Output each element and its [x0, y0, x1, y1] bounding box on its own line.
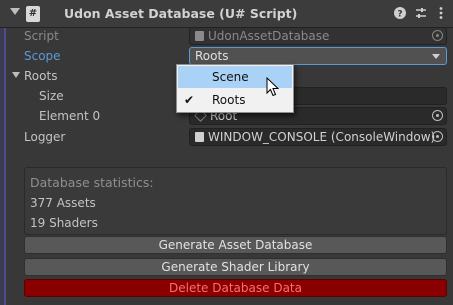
roots-label[interactable]: Roots	[24, 67, 57, 85]
stats-shaders: 19 Shaders	[30, 216, 98, 230]
component-header[interactable]: # Udon Asset Database (U# Script) ?	[0, 0, 453, 28]
logger-field[interactable]: WINDOW_CONSOLE (ConsoleWindow)	[189, 128, 447, 146]
mouse-cursor-icon	[266, 76, 280, 100]
scope-label: Scope	[24, 49, 61, 63]
stats-assets: 377 Assets	[30, 196, 96, 210]
popup-option-label: Roots	[212, 93, 246, 107]
chevron-down-icon	[432, 54, 440, 59]
script-file-icon: #	[26, 6, 40, 22]
stats-heading: Database statistics:	[30, 175, 154, 190]
preset-sliders-icon[interactable]	[414, 6, 428, 20]
logger-value: WINDOW_CONSOLE (ConsoleWindow)	[208, 130, 436, 144]
object-picker-icon	[432, 30, 443, 41]
script-label: Script	[24, 29, 59, 43]
logger-label: Logger	[24, 130, 66, 144]
object-picker-icon[interactable]	[432, 131, 443, 142]
object-picker-icon[interactable]	[432, 110, 443, 121]
script-file-small-icon	[195, 31, 204, 41]
script-field-value: UdonAssetDatabase	[208, 29, 330, 43]
fold-arrow-icon[interactable]	[10, 8, 20, 15]
svg-text:?: ?	[397, 10, 402, 20]
component-title: Udon Asset Database (U# Script)	[64, 6, 298, 21]
inspector-accent-line	[4, 28, 6, 305]
script-field: UdonAssetDatabase	[189, 27, 447, 45]
scope-dropdown[interactable]: Roots	[189, 47, 447, 65]
generate-shader-library-button[interactable]: Generate Shader Library	[24, 258, 447, 276]
delete-database-data-button[interactable]: Delete Database Data	[24, 279, 447, 297]
roots-foldout-arrow-icon[interactable]	[12, 72, 20, 78]
scope-dropdown-value: Roots	[195, 49, 229, 63]
element0-label: Element 0	[39, 109, 101, 123]
more-options-icon[interactable]	[434, 6, 448, 20]
checkmark-icon: ✔	[184, 93, 195, 107]
database-statistics-box: Database statistics: 377 Assets 19 Shade…	[24, 167, 447, 235]
size-label: Size	[39, 89, 64, 103]
script-file-small-icon	[195, 132, 204, 142]
generate-asset-database-button[interactable]: Generate Asset Database	[24, 236, 447, 254]
popup-option-label: Scene	[212, 70, 249, 84]
help-icon[interactable]: ?	[393, 6, 407, 20]
